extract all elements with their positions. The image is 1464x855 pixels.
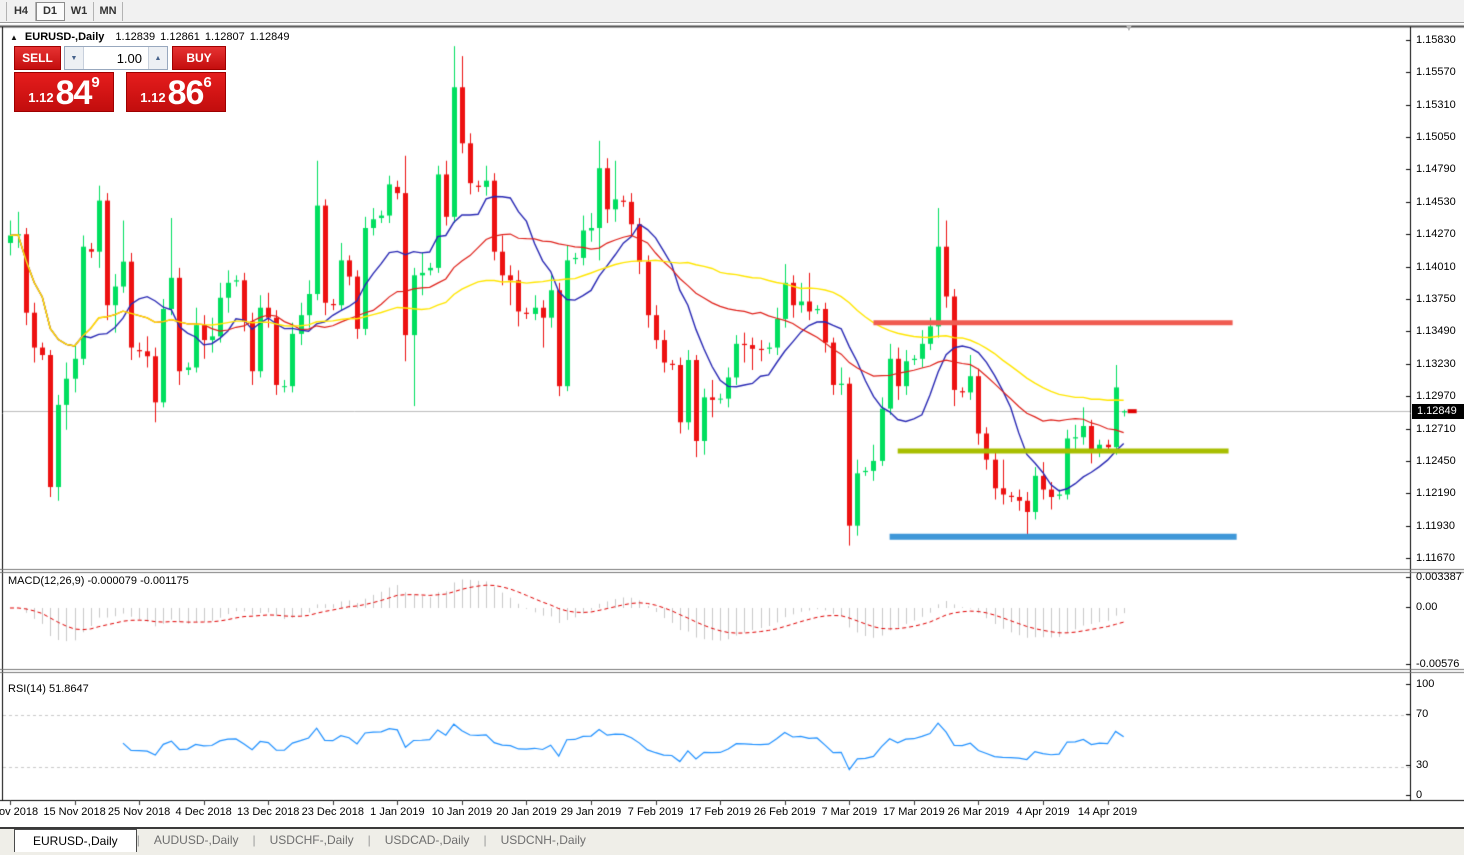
time-axis-label: 20 Jan 2019 [496,806,557,818]
macd-axis-label: 0.003387 [1416,571,1462,584]
buy-price-big: 86 [168,78,204,108]
volume-decrease-button[interactable]: ▼ [65,47,84,69]
one-click-trade-panel: SELL ▼ ▲ BUY 1.12 84 9 1.12 86 6 [14,46,226,112]
buy-price-prefix: 1.12 [140,88,165,108]
time-axis-label: 7 Mar 2019 [821,806,877,818]
rsi-indicator-label: RSI(14) 51.8647 [8,683,89,695]
sell-button[interactable]: SELL [14,46,61,70]
price-axis-label: 1.14270 [1416,228,1456,241]
rsi-axis-label: 70 [1416,708,1428,721]
time-axis-label: 15 Nov 2018 [43,806,105,818]
timeframe-button-H4[interactable]: H4 [6,2,36,21]
time-axis-label: 25 Nov 2018 [108,806,170,818]
price-axis-label: 1.12710 [1416,423,1456,436]
chart-tab-bar: EURUSD-,Daily|AUDUSD-,Daily|USDCHF-,Dail… [0,827,1464,855]
chevron-down-icon: ▼ [71,55,78,62]
price-axis-label: 1.12190 [1416,487,1456,500]
sell-price-prefix: 1.12 [28,88,53,108]
buy-button[interactable]: BUY [172,46,226,70]
rsi-axis-label: 30 [1416,759,1428,772]
timeframe-button-MN[interactable]: MN [94,2,123,21]
timeframe-button-D1[interactable]: D1 [36,2,65,21]
time-axis-label: 26 Mar 2019 [948,806,1010,818]
sell-price-big: 84 [56,78,92,108]
timeframe-button-W1[interactable]: W1 [65,2,94,21]
tab-usdcaddaily[interactable]: USDCAD-,Daily [371,829,484,851]
rsi-axis-label: 100 [1416,678,1434,691]
timeframe-toolbar: H4D1W1MN [0,0,1464,23]
tab-usdchfdaily[interactable]: USDCHF-,Daily [256,829,368,851]
price-axis-label: 1.15830 [1416,34,1456,47]
price-axis-label: 1.15310 [1416,99,1456,112]
macd-axis-label: -0.00576 [1416,658,1459,671]
tab-eurusddaily[interactable]: EURUSD-,Daily [14,829,137,852]
time-axis-label: 6 Nov 2018 [0,806,38,818]
buy-price-sup: 6 [203,77,211,89]
volume-spinner: ▼ ▲ [64,46,168,70]
collapse-trade-panel-icon[interactable]: ▲ [10,33,18,42]
price-axis-label: 1.15050 [1416,131,1456,144]
time-axis-label: 7 Feb 2019 [628,806,684,818]
ohlc-open: 1.12839 [115,31,155,43]
time-axis-label: 4 Dec 2018 [176,806,232,818]
price-axis-label: 1.11930 [1416,520,1455,533]
price-axis-label: 1.13230 [1416,358,1456,371]
ohlc-close: 1.12849 [250,31,290,43]
sell-price-sup: 9 [91,77,99,89]
sell-price-box[interactable]: 1.12 84 9 [14,72,114,112]
time-axis-label: 17 Mar 2019 [883,806,945,818]
price-axis-label: 1.13490 [1416,325,1456,338]
price-axis-label: 1.11670 [1416,552,1455,565]
volume-increase-button[interactable]: ▲ [148,47,167,69]
time-axis-label: 1 Jan 2019 [370,806,424,818]
price-axis-label: 1.12970 [1416,390,1456,403]
chart-canvas[interactable] [0,0,1464,855]
macd-indicator-label: MACD(12,26,9) -0.000079 -0.001175 [8,575,189,587]
time-axis-label: 29 Jan 2019 [561,806,622,818]
chart-shift-marker-icon[interactable]: ▼ [1124,23,1134,34]
time-axis-label: 13 Dec 2018 [237,806,299,818]
tab-usdcnhdaily[interactable]: USDCNH-,Daily [487,829,600,851]
price-axis-label: 1.14530 [1416,196,1456,209]
time-axis-label: 17 Feb 2019 [689,806,751,818]
time-axis-label: 23 Dec 2018 [302,806,364,818]
time-axis-label: 14 Apr 2019 [1078,806,1137,818]
price-axis-label: 1.14010 [1416,261,1456,274]
time-axis-label: 26 Feb 2019 [754,806,816,818]
chevron-up-icon: ▲ [155,55,162,62]
volume-input[interactable] [84,47,148,69]
price-axis-label: 1.15570 [1416,66,1456,79]
rsi-axis-label: 0 [1416,789,1422,802]
price-axis-label: 1.12450 [1416,455,1456,468]
current-price-label: 1.12849 [1412,404,1464,419]
terminal-window: H4D1W1MN ▼ ▲ EURUSD-,Daily 1.12839 1.128… [0,0,1464,855]
chart-symbol-label: EURUSD-,Daily [25,31,104,43]
price-axis-label: 1.14790 [1416,163,1456,176]
tab-audusddaily[interactable]: AUDUSD-,Daily [140,829,253,851]
ohlc-low: 1.12807 [205,31,245,43]
macd-axis-label: 0.00 [1416,601,1437,614]
time-axis-label: 10 Jan 2019 [432,806,493,818]
buy-price-box[interactable]: 1.12 86 6 [126,72,226,112]
price-axis-label: 1.13750 [1416,293,1456,306]
chart-title: ▲ EURUSD-,Daily 1.12839 1.12861 1.12807 … [10,31,289,43]
ohlc-high: 1.12861 [160,31,200,43]
time-axis-label: 4 Apr 2019 [1016,806,1069,818]
